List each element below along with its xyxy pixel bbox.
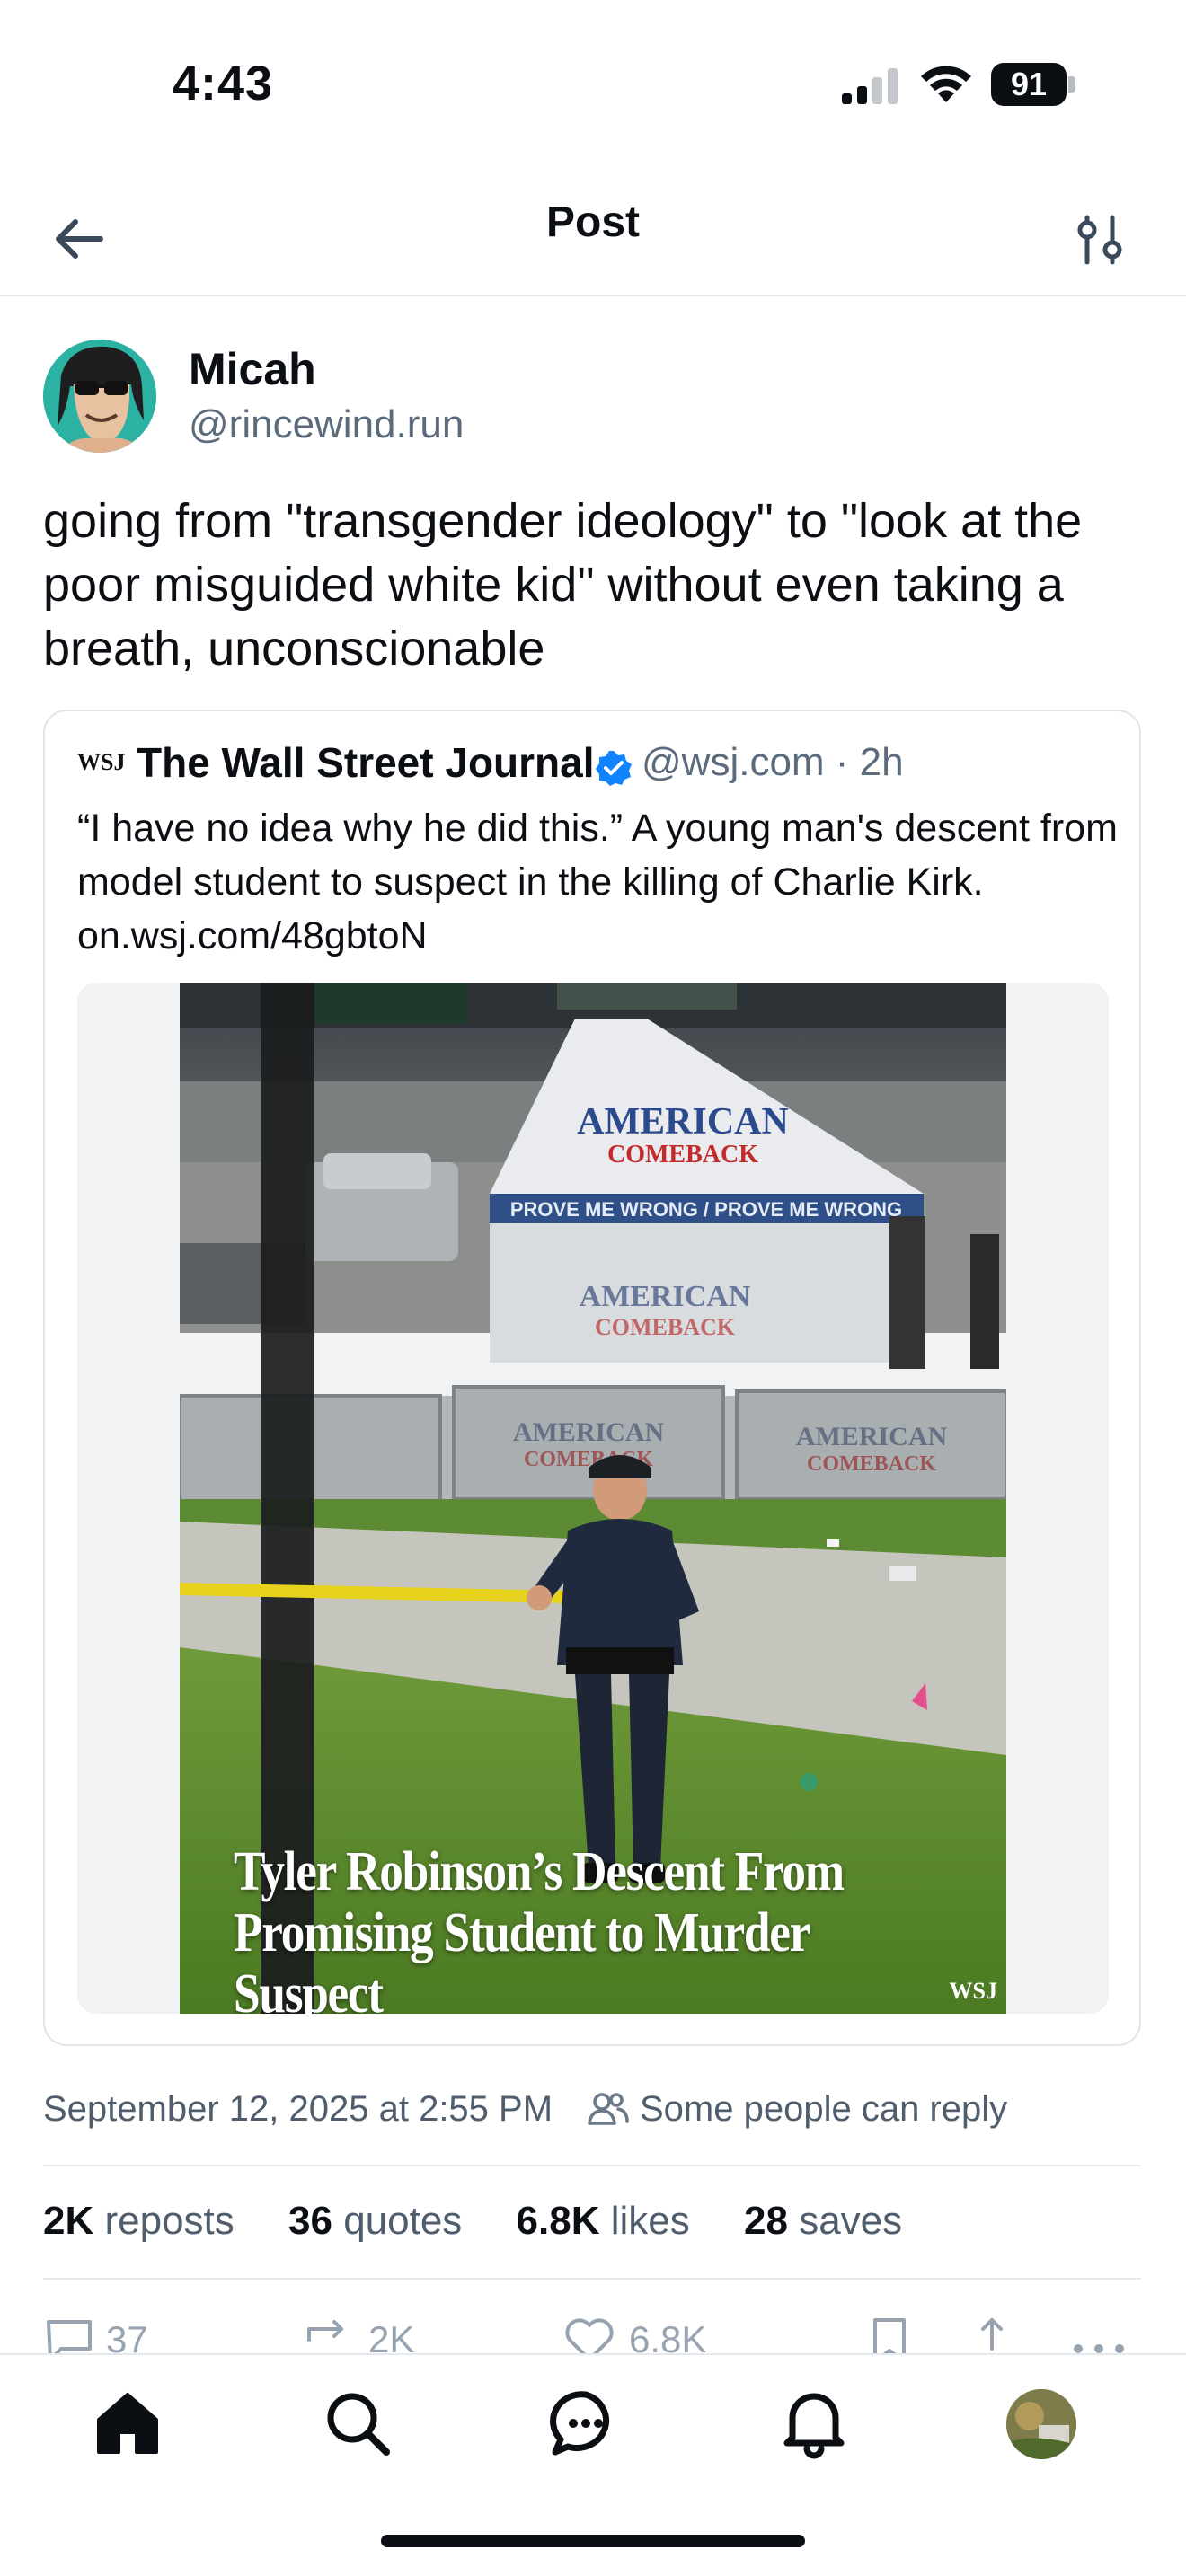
- more-options-icon[interactable]: [1067, 2313, 1130, 2358]
- quote-media-frame[interactable]: AMERICAN COMEBACK PROVE ME WRONG / PROVE…: [77, 983, 1109, 2014]
- svg-text:COMEBACK: COMEBACK: [595, 1314, 736, 1340]
- battery-indicator: 91: [991, 63, 1077, 106]
- quote-text: “I have no idea why he did this.” A youn…: [77, 807, 1118, 957]
- image-headline: Tyler Robinson’s Descent From Promising …: [234, 1841, 845, 2014]
- home-icon[interactable]: [92, 2387, 164, 2459]
- author-avatar-image: [43, 340, 156, 453]
- like-count: 6.8K: [629, 2318, 707, 2358]
- tent-brand-bottom: COMEBACK: [607, 1141, 758, 1169]
- share-icon[interactable]: [965, 2313, 1019, 2358]
- saves-count[interactable]: 28 saves: [744, 2199, 902, 2244]
- reply-setting[interactable]: Some people can reply: [640, 2089, 1007, 2130]
- quotes-count[interactable]: 36 quotes: [288, 2199, 462, 2244]
- battery-tip: [1068, 76, 1075, 93]
- post-meta: September 12, 2025 at 2:55 PM Some peopl…: [43, 2086, 1148, 2139]
- cellular-signal-icon: [842, 68, 898, 104]
- battery-level: 91: [991, 63, 1067, 106]
- likes-count[interactable]: 6.8K likes: [517, 2199, 690, 2244]
- home-indicator: [381, 2535, 805, 2547]
- people-icon: [588, 2093, 629, 2125]
- reply-icon[interactable]: [43, 2313, 97, 2358]
- quotes-label: quotes: [343, 2199, 463, 2243]
- author-name[interactable]: Micah: [189, 343, 316, 395]
- divider: [43, 2278, 1141, 2280]
- profile-avatar[interactable]: [1006, 2389, 1076, 2459]
- post-timestamp: September 12, 2025 at 2:55 PM: [43, 2089, 553, 2129]
- status-time: 4:43: [173, 57, 274, 110]
- quoted-post-card[interactable]: WSJ The Wall Street Journal @wsj.com · 2…: [43, 710, 1141, 2046]
- quote-media-image[interactable]: AMERICAN COMEBACK PROVE ME WRONG / PROVE…: [180, 983, 1006, 2014]
- quotes-number: 36: [288, 2199, 332, 2243]
- author-avatar[interactable]: [43, 340, 156, 453]
- reposts-label: reposts: [104, 2199, 235, 2243]
- quote-author-handle-time: @wsj.com · 2h: [642, 740, 904, 784]
- reply-count: 37: [106, 2318, 148, 2358]
- reposts-count[interactable]: 2K reposts: [43, 2199, 235, 2244]
- profile-avatar-image: [1006, 2389, 1076, 2459]
- post-actions: 37 2K 6.8K: [43, 2313, 1148, 2358]
- chat-icon[interactable]: [550, 2387, 622, 2459]
- saves-number: 28: [744, 2199, 788, 2243]
- post-text: going from "transgender ideology" to "lo…: [43, 494, 1083, 675]
- svg-text:AMERICAN: AMERICAN: [796, 1422, 948, 1451]
- repost-icon[interactable]: [300, 2313, 354, 2358]
- svg-text:AMERICAN: AMERICAN: [513, 1417, 665, 1447]
- author-handle[interactable]: @rincewind.run: [189, 402, 464, 447]
- bottom-navigation: [0, 2353, 1186, 2576]
- post-header: Post: [0, 171, 1186, 296]
- tent-banner-text: PROVE ME WRONG / PROVE ME WRONG: [510, 1198, 902, 1221]
- status-bar: 4:43 91: [0, 0, 1186, 171]
- reposts-number: 2K: [43, 2199, 94, 2243]
- notifications-icon[interactable]: [778, 2387, 850, 2459]
- thread-settings-icon[interactable]: [1069, 203, 1132, 275]
- engagement-counts: 2K reposts 36 quotes 6.8K likes 28 saves: [43, 2199, 945, 2244]
- bookmark-icon[interactable]: [863, 2313, 916, 2358]
- search-icon[interactable]: [322, 2387, 394, 2459]
- svg-text:AMERICAN: AMERICAN: [580, 1280, 751, 1313]
- quote-author-name: The Wall Street Journal: [137, 739, 595, 786]
- svg-text:COMEBACK: COMEBACK: [807, 1452, 936, 1476]
- likes-number: 6.8K: [516, 2199, 600, 2243]
- tent-brand-top: AMERICAN: [577, 1101, 789, 1142]
- verified-badge-icon: [596, 751, 632, 786]
- page-title: Post: [545, 198, 640, 246]
- wifi-icon: [921, 66, 971, 102]
- repost-count: 2K: [368, 2318, 415, 2358]
- likes-label: likes: [610, 2199, 690, 2243]
- like-icon[interactable]: [562, 2313, 616, 2358]
- saves-label: saves: [799, 2199, 903, 2243]
- divider: [43, 2165, 1141, 2166]
- image-watermark: WSJ: [949, 1978, 997, 2004]
- quote-author-avatar: WSJ: [77, 749, 126, 775]
